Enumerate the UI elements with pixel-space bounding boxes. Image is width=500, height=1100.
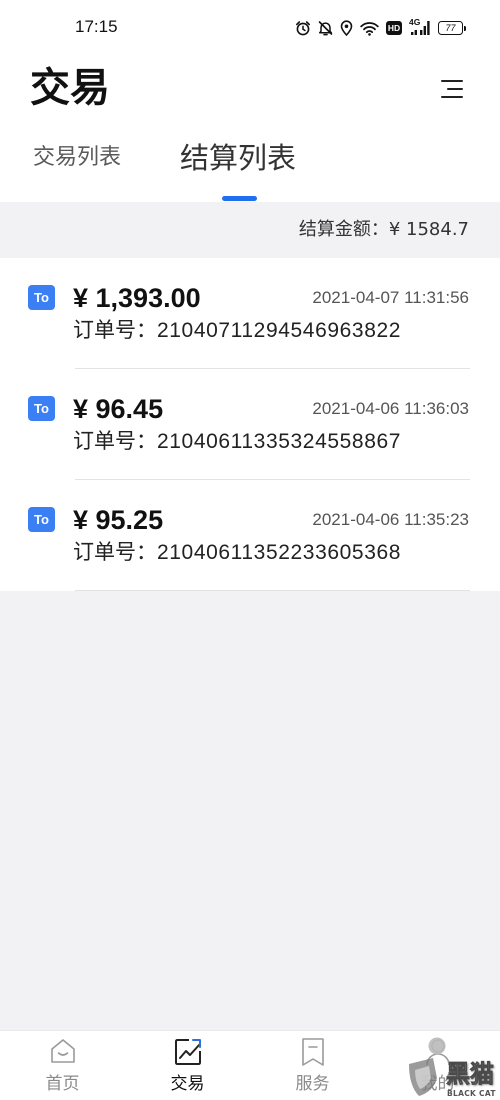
nav-item-trade[interactable]: 交易 — [125, 1031, 250, 1100]
settlement-total: 结算金额：¥ 1584.7 — [299, 202, 469, 258]
order-number: 订单号：21040711294546963822 — [73, 316, 401, 345]
trend-chart-icon — [173, 1037, 203, 1067]
bottom-nav: 首页 交易 服务 我的 — [0, 1030, 500, 1100]
battery-nub — [463, 25, 466, 31]
nav-item-profile[interactable]: 我的 — [375, 1031, 500, 1100]
settlement-total-amount: ¥ 1584.7 — [388, 219, 469, 240]
bell-off-icon — [318, 20, 333, 36]
settlement-total-label: 结算金额： — [298, 219, 389, 240]
nav-label-service: 服务 — [295, 1074, 330, 1094]
settlement-amount: ¥ 96.45 — [73, 394, 164, 424]
active-tab-indicator — [222, 196, 257, 201]
settlement-datetime: 2021-04-06 11:35:23 — [312, 510, 469, 529]
nav-label-trade: 交易 — [170, 1074, 205, 1094]
to-badge-icon: To — [28, 396, 55, 421]
tab-settlement-list[interactable]: 结算列表 — [180, 141, 296, 175]
settlement-amount: ¥ 1,393.00 — [73, 283, 201, 313]
user-icon — [424, 1037, 452, 1067]
settlement-amount: ¥ 95.25 — [73, 505, 164, 535]
wifi-icon — [360, 21, 379, 36]
nav-item-home[interactable]: 首页 — [0, 1031, 125, 1100]
order-number-value: 21040611335324558867 — [157, 430, 402, 453]
menu-icon — [439, 79, 465, 99]
divider — [75, 590, 470, 591]
settlement-summary: 结算金额：¥ 1584.7 — [0, 202, 500, 258]
status-time: 17:15 — [75, 17, 118, 36]
battery-icon: 77 — [438, 21, 466, 35]
order-number-label: 订单号： — [73, 540, 157, 564]
settlement-datetime: 2021-04-07 11:31:56 — [312, 288, 469, 307]
nav-item-service[interactable]: 服务 — [250, 1031, 375, 1100]
tab-transaction-list[interactable]: 交易列表 — [33, 144, 121, 172]
alarm-clock-icon — [295, 20, 311, 36]
signal-icon: 4G — [409, 18, 431, 37]
menu-button[interactable] — [439, 77, 465, 101]
order-number-value: 21040711294546963822 — [157, 319, 402, 342]
order-number-value: 21040611352233605368 — [157, 541, 402, 564]
page-title: 交易 — [30, 65, 110, 111]
bookmark-icon — [300, 1037, 326, 1067]
home-icon — [49, 1037, 77, 1065]
order-number-label: 订单号： — [73, 318, 157, 342]
location-icon — [340, 20, 353, 36]
order-number: 订单号：21040611335324558867 — [73, 427, 401, 456]
status-icons: HD 4G 77 — [295, 18, 466, 38]
to-badge-icon: To — [28, 507, 55, 532]
order-number-label: 订单号： — [73, 429, 157, 453]
list-item[interactable]: To ¥ 1,393.00 2021-04-07 11:31:56 订单号：21… — [0, 258, 500, 369]
list-item[interactable]: To ¥ 95.25 2021-04-06 11:35:23 订单号：21040… — [0, 480, 500, 591]
settlement-datetime: 2021-04-06 11:36:03 — [312, 399, 469, 418]
settlement-list: To ¥ 1,393.00 2021-04-07 11:31:56 订单号：21… — [0, 258, 500, 591]
hd-badge: HD — [386, 21, 402, 35]
battery-level: 77 — [445, 23, 456, 33]
list-item[interactable]: To ¥ 96.45 2021-04-06 11:36:03 订单号：21040… — [0, 369, 500, 480]
order-number: 订单号：21040611352233605368 — [73, 538, 401, 567]
nav-label-profile: 我的 — [420, 1074, 455, 1094]
to-badge-icon: To — [28, 285, 55, 310]
nav-label-home: 首页 — [45, 1074, 80, 1094]
